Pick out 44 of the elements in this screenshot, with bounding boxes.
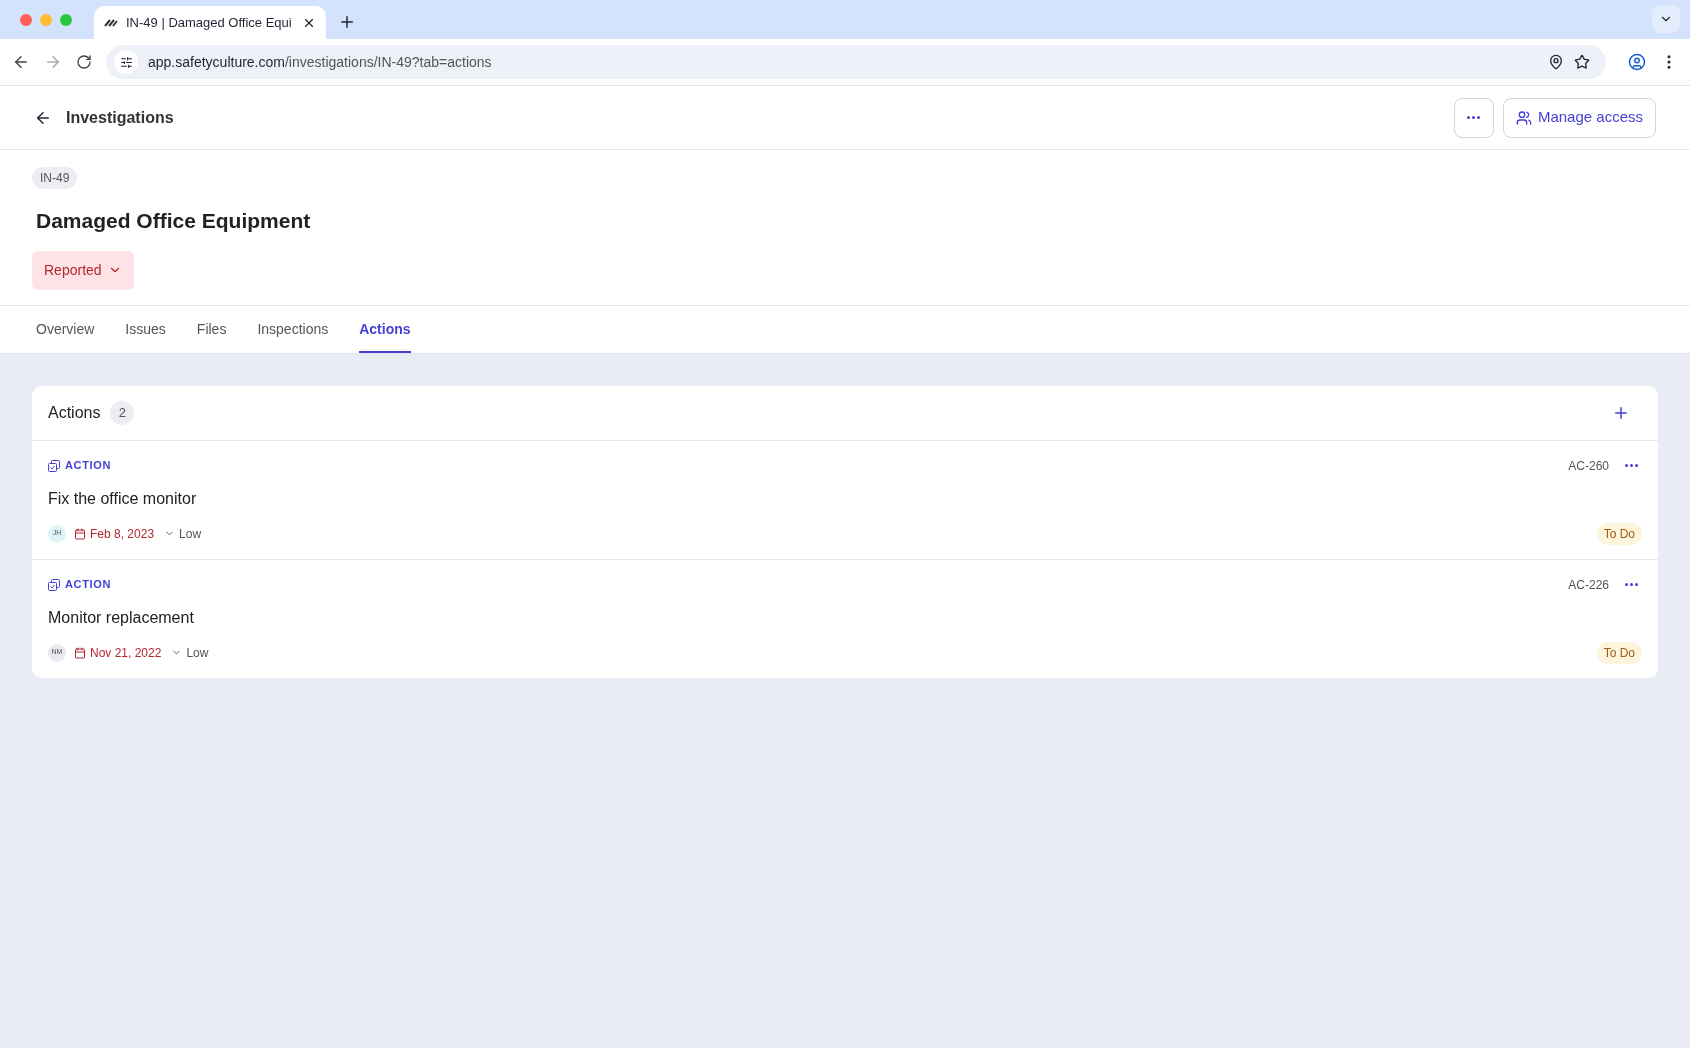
count-badge: 2 — [110, 400, 135, 425]
investigation-id-badge: IN-49 — [32, 167, 78, 189]
status-badge: To Do — [1596, 522, 1642, 545]
manage-access-button[interactable]: Manage access — [1502, 97, 1656, 138]
url-text: app.safetyculture.com/investigations/IN-49?tab=actions — [148, 52, 493, 72]
calendar-icon — [74, 646, 86, 659]
site-logo-icon — [104, 17, 118, 28]
status-badge: To Do — [1596, 641, 1642, 664]
more-icon — [1467, 116, 1481, 119]
action-icon — [48, 459, 60, 472]
action-code: AC-260 — [1568, 457, 1609, 475]
site-settings-icon[interactable] — [119, 55, 133, 69]
profile-icon[interactable] — [1628, 53, 1646, 71]
due-date: Feb 8, 2023 — [90, 525, 155, 543]
card-title: Actions — [48, 402, 101, 423]
status-dropdown[interactable]: Reported — [32, 250, 134, 290]
address-bar[interactable]: app.safetyculture.com/investigations/IN-49?tab=actions — [106, 45, 1606, 79]
action-title[interactable]: Monitor replacement — [48, 605, 1642, 630]
people-icon — [1515, 109, 1532, 126]
investigation-title: Damaged Office Equipment — [36, 208, 312, 234]
reload-icon[interactable] — [76, 54, 92, 70]
action-menu-icon[interactable] — [1625, 464, 1638, 467]
section-tab[interactable]: Files — [196, 305, 227, 353]
bookmark-star-icon[interactable] — [1574, 54, 1590, 70]
action-type-label: ACTION — [65, 458, 112, 474]
section-tab[interactable]: Overview — [36, 305, 95, 353]
action-menu-icon[interactable] — [1625, 583, 1638, 586]
back-link[interactable]: Investigations — [66, 105, 174, 130]
tab-title: IN-49 | Damaged Office Equi — [126, 13, 293, 32]
back-icon[interactable] — [12, 53, 30, 71]
location-icon[interactable] — [1548, 54, 1564, 70]
calendar-icon — [74, 527, 86, 540]
action-type-label: ACTION — [65, 577, 112, 593]
action-icon — [48, 578, 60, 591]
action-title[interactable]: Fix the office monitor — [48, 486, 1642, 511]
new-tab-icon[interactable] — [338, 13, 356, 31]
priority-label: Low — [186, 644, 209, 662]
due-date: Nov 21, 2022 — [90, 644, 162, 662]
section-tab[interactable]: Issues — [125, 305, 166, 353]
section-tab[interactable]: Actions — [359, 305, 411, 353]
browser-tab[interactable]: IN-49 | Damaged Office Equi — [94, 6, 326, 39]
priority-label: Low — [179, 525, 202, 543]
action-code: AC-226 — [1568, 576, 1609, 594]
section-tab[interactable]: Inspections — [257, 305, 329, 353]
